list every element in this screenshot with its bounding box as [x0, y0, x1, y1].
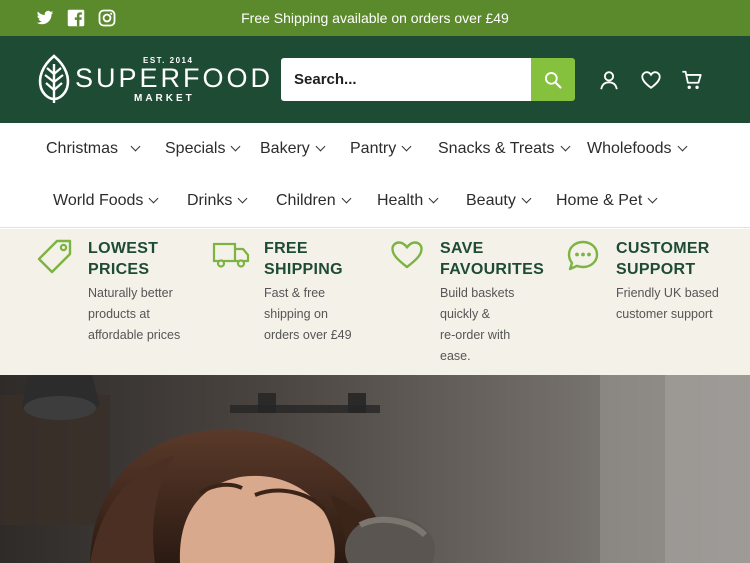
nav-item-pantry[interactable]: Pantry: [350, 140, 412, 158]
nav-item-label: Bakery: [260, 140, 310, 157]
nav-item-label: Christmas: [46, 140, 119, 157]
feature-description: Build baskets quickly & re-order with ea…: [440, 286, 515, 363]
nav-item-label: Snacks & Treats: [438, 140, 555, 157]
hero-photo: [0, 375, 750, 563]
logo-name-text: SUPERFOOD: [75, 63, 274, 93]
nav-item-label: Home & Pet: [556, 192, 643, 209]
search-button[interactable]: [531, 58, 575, 101]
chevron-down-icon: [130, 141, 141, 152]
heart-outline-icon: [391, 241, 423, 269]
search-icon: [545, 71, 562, 88]
leaf-logo-icon: [38, 54, 70, 103]
cart-icon[interactable]: [681, 69, 703, 91]
chevron-down-icon: [428, 193, 439, 204]
nav-item-snacks-treats[interactable]: Snacks & Treats: [438, 140, 570, 158]
feature-title: CUSTOMER SUPPORT: [616, 240, 710, 278]
chevron-down-icon: [148, 193, 159, 204]
nav-item-home-pet[interactable]: Home & Pet: [556, 192, 658, 210]
nav-item-beauty[interactable]: Beauty: [466, 192, 532, 210]
search-bar: [281, 58, 575, 101]
site-header: EST. 2014 SUPERFOOD MARKET: [0, 36, 750, 123]
chat-bubble-icon: [567, 240, 599, 271]
price-tag-icon: [37, 239, 72, 274]
chevron-down-icon: [647, 193, 658, 204]
chevron-down-icon: [315, 141, 326, 152]
nav-item-label: World Foods: [53, 192, 144, 209]
nav-item-label: Health: [377, 192, 424, 209]
main-navigation: Christmas Specials Bakery Pantry Snacks …: [0, 123, 750, 228]
nav-item-label: Drinks: [187, 192, 233, 209]
feature-description: Naturally better products at affordable …: [88, 286, 181, 342]
nav-item-specials[interactable]: Specials: [165, 140, 241, 158]
nav-item-wholefoods[interactable]: Wholefoods: [587, 140, 687, 158]
wishlist-heart-icon[interactable]: [640, 69, 662, 91]
delivery-truck-icon: [212, 242, 250, 268]
chevron-down-icon: [521, 193, 532, 204]
nav-item-christmas[interactable]: Christmas: [46, 140, 141, 158]
site-logo[interactable]: EST. 2014 SUPERFOOD MARKET: [36, 53, 270, 107]
nav-item-children[interactable]: Children: [276, 192, 352, 210]
account-icon[interactable]: [598, 69, 620, 91]
nav-item-health[interactable]: Health: [377, 192, 439, 210]
nav-item-drinks[interactable]: Drinks: [187, 192, 248, 210]
chevron-down-icon: [341, 193, 352, 204]
feature-description: Fast & free shipping on orders over £49: [264, 286, 352, 342]
nav-item-label: Beauty: [466, 192, 516, 209]
chevron-down-icon: [231, 141, 241, 152]
nav-item-label: Wholefoods: [587, 140, 672, 157]
logo-market-text: MARKET: [134, 93, 195, 104]
search-input[interactable]: [281, 58, 531, 101]
top-bar: Free Shipping available on orders over £…: [0, 0, 750, 36]
hero-image: [0, 375, 750, 563]
nav-item-label: Children: [276, 192, 336, 209]
nav-item-bakery[interactable]: Bakery: [260, 140, 326, 158]
chevron-down-icon: [237, 193, 248, 204]
chevron-down-icon: [677, 141, 687, 152]
nav-item-world-foods[interactable]: World Foods: [53, 192, 159, 210]
nav-item-label: Specials: [165, 140, 226, 157]
chevron-down-icon: [401, 141, 412, 152]
features-strip: LOWEST PRICES Naturally better products …: [0, 229, 750, 375]
nav-item-label: Pantry: [350, 140, 397, 157]
chevron-down-icon: [560, 141, 570, 152]
shipping-promo-text: Free Shipping available on orders over £…: [241, 10, 509, 26]
feature-description: Friendly UK based customer support: [616, 286, 719, 321]
